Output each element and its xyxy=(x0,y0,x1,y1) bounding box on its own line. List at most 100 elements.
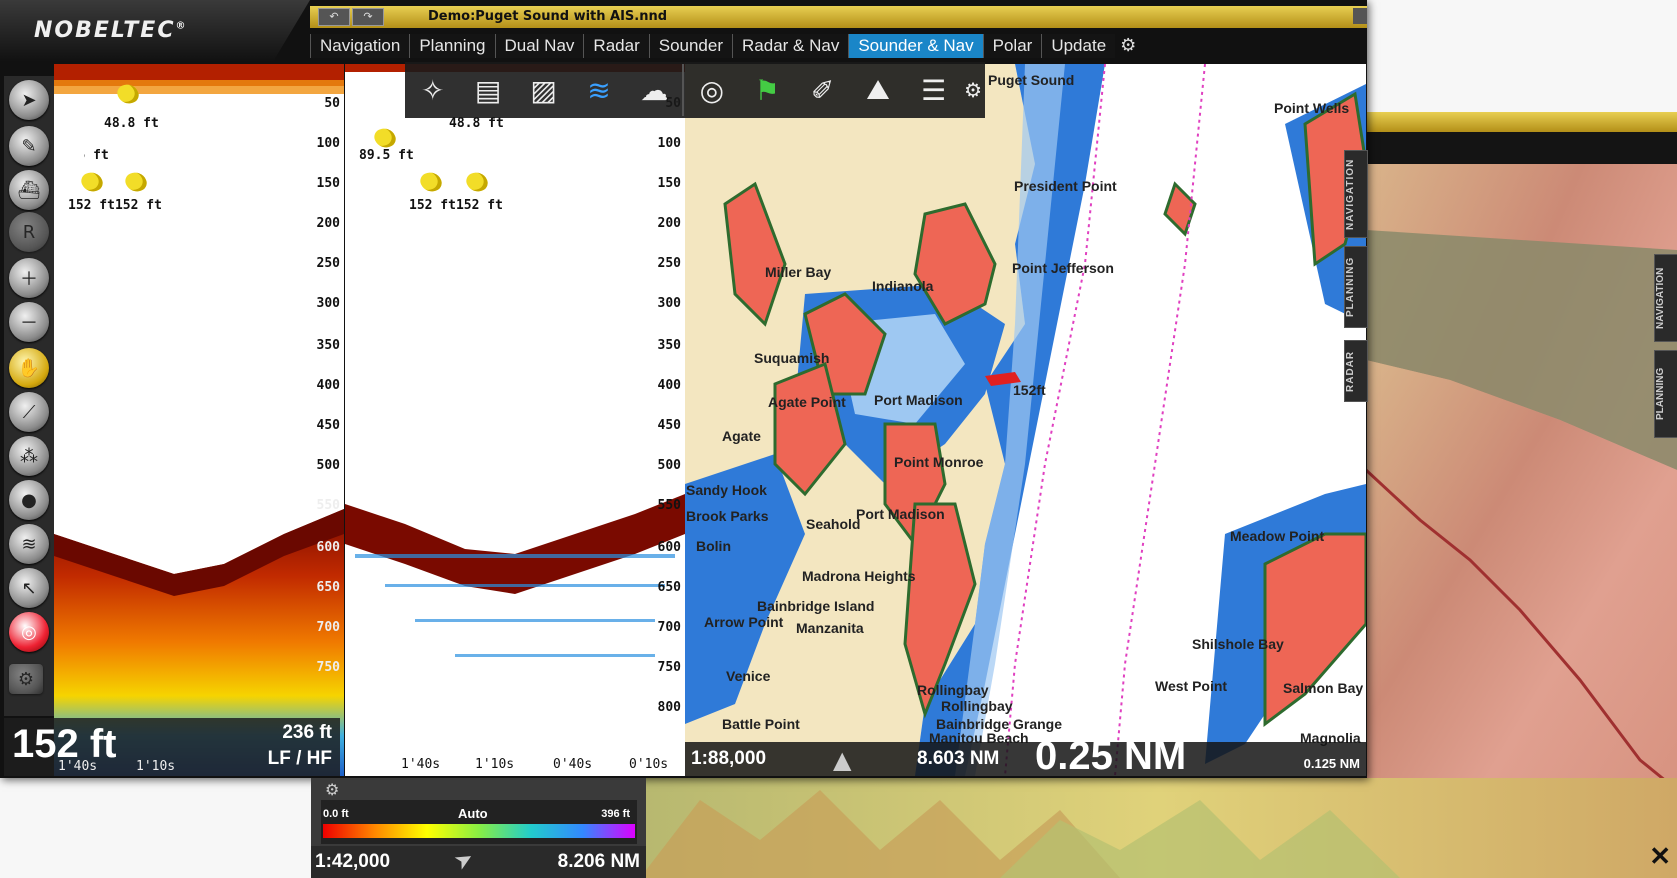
route-icon[interactable]: ✎ xyxy=(9,126,49,166)
place-label: Rollingbay xyxy=(917,682,989,698)
radar-scope-icon[interactable]: ◎ xyxy=(684,64,739,116)
chart-scale: 1:88,000 xyxy=(691,748,767,769)
chart-layers-icon[interactable]: ▤ xyxy=(460,64,515,116)
tab-radar[interactable]: Radar xyxy=(583,34,649,58)
depth-tick: 350 xyxy=(657,338,681,353)
second-window-tab-navigation[interactable]: NAVIGATION xyxy=(1654,254,1677,342)
place-label: Puget Sound xyxy=(988,72,1075,88)
fish-depth-label: 152 ft152 ft xyxy=(409,198,503,213)
close-icon[interactable]: ✕ xyxy=(1649,841,1671,872)
depth-tick: 250 xyxy=(657,256,681,271)
place-label: Arrow Point xyxy=(704,614,784,630)
vessel-depth-label: 152ft xyxy=(1013,382,1046,398)
tab-polar[interactable]: Polar xyxy=(982,34,1042,58)
measure-icon[interactable]: ⟋ xyxy=(9,392,49,432)
place-label: Port Madison xyxy=(856,506,945,522)
bottom-depth: 236 ft xyxy=(282,722,332,743)
depth-tick: 700 xyxy=(657,620,681,635)
tab-update[interactable]: Update xyxy=(1041,34,1116,58)
tab-planning[interactable]: Planning xyxy=(409,34,495,58)
settings-icon[interactable]: ⚙ xyxy=(961,64,985,116)
place-label: Miller Bay xyxy=(765,264,832,280)
depth-tick: 450 xyxy=(657,418,681,433)
redo-button[interactable]: ↷ xyxy=(352,8,384,26)
depth-tick: 250 xyxy=(316,256,340,271)
route-pen-icon[interactable]: ✐ xyxy=(795,64,850,116)
radar-r-icon[interactable]: R xyxy=(9,212,49,252)
lifebuoy-icon[interactable]: ◎ xyxy=(9,612,49,652)
settings-icon[interactable]: ⚙ xyxy=(9,664,43,694)
place-label: Bolin xyxy=(696,538,731,554)
second-window-tab-planning[interactable]: PLANNING xyxy=(1654,350,1677,438)
nautical-chart[interactable]: 152ft xyxy=(685,64,1366,776)
depth-tick: 500 xyxy=(657,458,681,473)
minimize-button[interactable] xyxy=(1353,8,1367,24)
compass-icon[interactable]: ✧ xyxy=(405,64,460,116)
waypoint-icon[interactable]: ⚑ xyxy=(740,64,795,116)
tab-sounder-nav[interactable]: Sounder & Nav xyxy=(848,34,983,58)
place-label: Indianola xyxy=(872,278,934,294)
ship-icon[interactable]: ⛴ xyxy=(9,170,49,210)
tab-dual-nav[interactable]: Dual Nav xyxy=(494,34,584,58)
mob-pin-icon[interactable]: ● xyxy=(9,480,49,520)
side-tab-radar[interactable]: RADAR xyxy=(1344,340,1368,402)
place-label: Shilshole Bay xyxy=(1192,636,1284,652)
time-tick: 1'10s xyxy=(136,759,176,774)
legend-min: 0.0 ft xyxy=(323,808,349,820)
depth-tick: 350 xyxy=(316,338,340,353)
depth-tick: 400 xyxy=(657,378,681,393)
brand-name: NOBELTEC xyxy=(34,18,176,43)
chart-overlay-icon[interactable]: ▨ xyxy=(516,64,571,116)
tab-sounder[interactable]: Sounder xyxy=(648,34,733,58)
trademark: ® xyxy=(175,20,188,32)
fish-finder-map-icon[interactable]: ⛰ xyxy=(850,64,905,116)
place-label: Sandy Hook xyxy=(686,482,767,498)
sonar-zoom-panel[interactable]: 50 100 150 200 250 300 350 400 450 500 5… xyxy=(345,64,685,776)
depth-tick: 400 xyxy=(316,378,340,393)
legend-settings-icon[interactable]: ⚙ xyxy=(325,780,339,799)
navigate-icon[interactable]: ➤ xyxy=(9,80,49,120)
depth-tick: 150 xyxy=(657,176,681,191)
wind-icon[interactable]: ≋ xyxy=(9,524,49,564)
workspace-settings-icon[interactable]: ⚙ xyxy=(1115,34,1141,58)
marks-icon[interactable]: ⁂ xyxy=(9,436,49,476)
second-window-titlebar xyxy=(1366,112,1677,132)
sonar-echo-image xyxy=(54,64,344,776)
undo-redo-group: ↶ ↷ xyxy=(318,8,384,26)
depth-legend-panel: ⚙ 0.0 ft Auto 396 ft 1:42,000 ➤ 8.206 NM xyxy=(311,778,646,878)
zoom-out-icon[interactable]: － xyxy=(9,302,49,342)
depth-tick: 600 xyxy=(316,540,340,555)
sonar-beam-icon[interactable]: ≋ xyxy=(571,64,626,116)
place-label: Bainbridge Island xyxy=(757,598,875,614)
depth-tick: 300 xyxy=(316,296,340,311)
fish-depth-label: 89.5 ft xyxy=(359,148,414,163)
undo-button[interactable]: ↶ xyxy=(318,8,350,26)
legend-mode[interactable]: Auto xyxy=(458,806,488,821)
tab-navigation[interactable]: Navigation xyxy=(310,34,410,58)
place-label: Meadow Point xyxy=(1230,528,1325,544)
sonar-history-panel[interactable]: 50 100 150 200 250 300 350 400 450 500 5… xyxy=(54,64,344,776)
range-readout: 0.25 NM xyxy=(1035,734,1187,778)
brand-logo: NOBELTEC® xyxy=(34,18,187,43)
color-gradient xyxy=(323,824,635,838)
side-tab-label: PLANNING xyxy=(1345,256,1356,318)
place-label: Point Jefferson xyxy=(1012,260,1114,276)
data-panel-icon[interactable]: ☰ xyxy=(906,64,961,116)
depth-tick: 650 xyxy=(657,580,681,595)
sonar-zoom-echo-image xyxy=(345,64,685,657)
fish-depth-label: 48.8 ft xyxy=(449,116,504,131)
weather-icon[interactable]: ☁ xyxy=(627,64,682,116)
pan-hand-icon[interactable]: ✋ xyxy=(9,348,49,388)
depth-tick: 750 xyxy=(657,660,681,675)
place-label: Battle Point xyxy=(722,716,800,732)
tab-radar-nav[interactable]: Radar & Nav xyxy=(732,34,849,58)
north-arrow-icon[interactable]: ▲ xyxy=(833,746,851,774)
depth-tick: 150 xyxy=(316,176,340,191)
heading-arrow-icon: ➤ xyxy=(449,845,479,876)
frequency-mode: LF / HF xyxy=(267,748,332,769)
depth-tick: 600 xyxy=(657,540,681,555)
pointer-icon[interactable]: ↖ xyxy=(9,568,49,608)
side-tab-planning[interactable]: PLANNING xyxy=(1344,246,1368,328)
side-tab-navigation[interactable]: NAVIGATION xyxy=(1344,150,1368,238)
zoom-in-icon[interactable]: ＋ xyxy=(9,258,49,298)
